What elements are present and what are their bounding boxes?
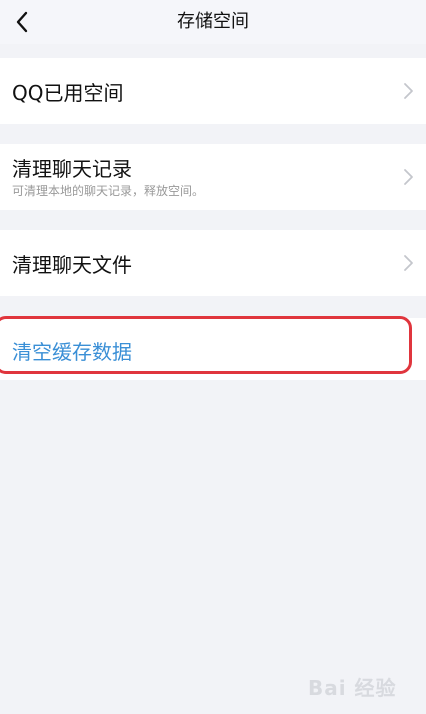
watermark-text: Bai 经验: [308, 676, 397, 700]
chevron-right-icon: [404, 169, 413, 185]
row-clear-chat-records[interactable]: 清理聊天记录 可清理本地的聊天记录，释放空间。: [0, 144, 426, 210]
row-used-space[interactable]: QQ已用空间: [0, 58, 426, 124]
clear-records-subtitle: 可清理本地的聊天记录，释放空间。: [12, 184, 205, 198]
clear-records-label: 清理聊天记录: [12, 157, 132, 181]
clear-files-label: 清理聊天文件: [12, 253, 132, 277]
used-space-label: QQ已用空间: [12, 81, 124, 105]
watermark: Bai 经验: [308, 662, 418, 702]
clear-cache-label: 清空缓存数据: [12, 340, 132, 364]
row-clear-cache[interactable]: 清空缓存数据: [0, 318, 426, 380]
chevron-right-icon: [404, 83, 413, 99]
row-clear-chat-files[interactable]: 清理聊天文件: [0, 230, 426, 296]
chevron-right-icon: [404, 255, 413, 271]
nav-bar: 存储空间: [0, 0, 426, 44]
page-title: 存储空间: [177, 11, 249, 32]
